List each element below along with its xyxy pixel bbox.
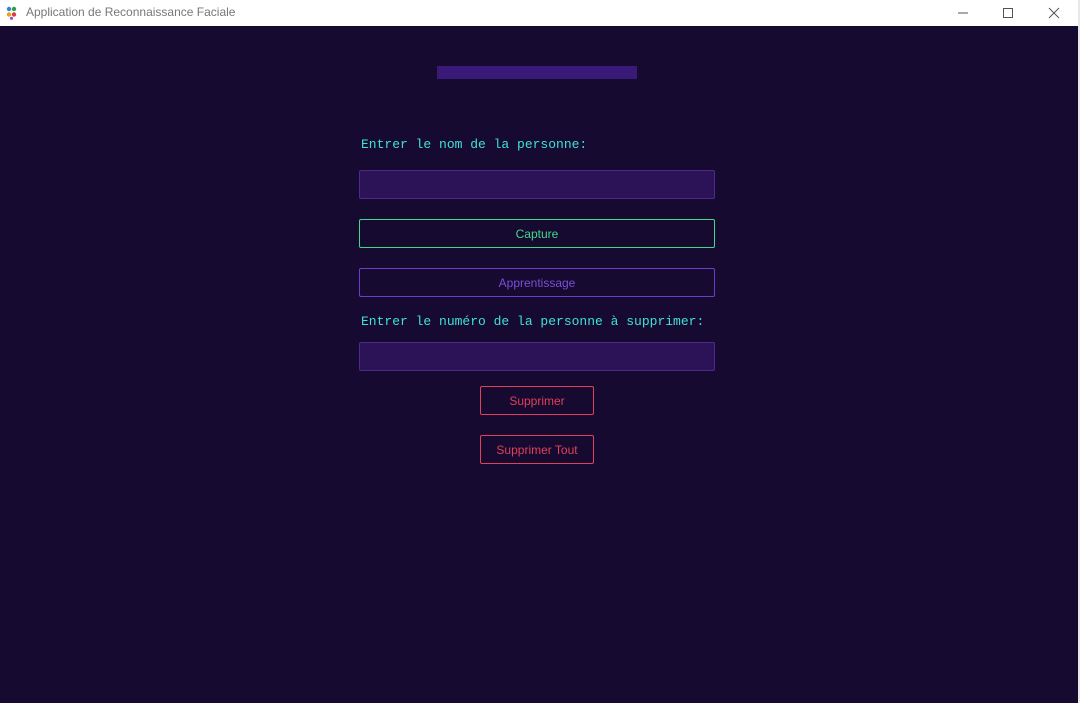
close-icon <box>1048 4 1060 23</box>
number-label: Entrer le numéro de la personne à suppri… <box>361 314 705 329</box>
delete-all-button[interactable]: Supprimer Tout <box>480 435 594 464</box>
maximize-button[interactable] <box>985 0 1031 26</box>
capture-button[interactable]: Capture <box>359 219 715 248</box>
name-input[interactable] <box>359 170 715 199</box>
main-panel: Entrer le nom de la personne: Capture Ap… <box>0 26 1078 703</box>
train-button[interactable]: Apprentissage <box>359 268 715 297</box>
number-input[interactable] <box>359 342 715 371</box>
title-bar: Application de Reconnaissance Faciale <box>0 0 1078 26</box>
close-button[interactable] <box>1031 0 1077 26</box>
delete-button[interactable]: Supprimer <box>480 386 594 415</box>
minimize-icon <box>957 4 969 23</box>
window-title: Application de Reconnaissance Faciale <box>26 5 236 19</box>
header-bar <box>437 66 637 79</box>
name-label: Entrer le nom de la personne: <box>361 137 588 152</box>
app-icon <box>6 5 20 20</box>
minimize-button[interactable] <box>940 0 986 26</box>
maximize-icon <box>1002 4 1014 23</box>
